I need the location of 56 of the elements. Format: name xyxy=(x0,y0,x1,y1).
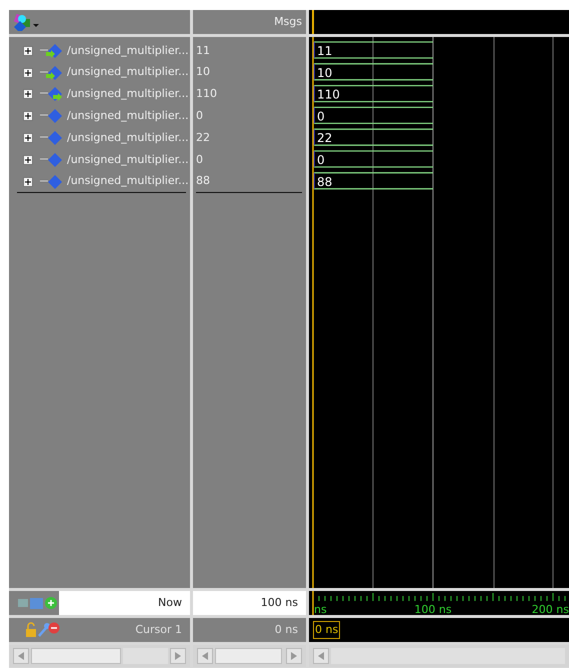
scroll-left-icon[interactable] xyxy=(318,652,324,660)
signal-value: 110 xyxy=(196,86,217,102)
signal-icon xyxy=(37,174,63,190)
time-label: 200 ns xyxy=(532,603,569,615)
scroll-right-icon[interactable] xyxy=(291,652,298,660)
cursor-name: Cursor 1 xyxy=(135,622,183,638)
expand-icon[interactable] xyxy=(23,46,33,56)
signal-value: 0 xyxy=(196,108,203,124)
scroll-left-icon[interactable] xyxy=(202,652,208,660)
signal-name[interactable]: /unsigned_multiplier... xyxy=(67,86,189,103)
expand-icon[interactable] xyxy=(23,111,33,122)
scroll-left-icon[interactable] xyxy=(18,652,24,660)
now-time: 100 ns xyxy=(260,594,298,611)
expand-icon[interactable] xyxy=(23,89,33,100)
toolbar-icons-drawing[interactable] xyxy=(17,595,59,611)
signal-name[interactable]: /unsigned_multiplier... xyxy=(67,64,189,81)
output-signal-icon xyxy=(37,86,63,102)
wave-value: 11 xyxy=(317,44,332,58)
expand-icon[interactable] xyxy=(23,154,33,165)
column-header: Msgs xyxy=(274,14,302,30)
signal-value: 10 xyxy=(196,64,210,80)
wave-value: 0 xyxy=(317,109,325,124)
scrollbar[interactable] xyxy=(309,645,569,667)
wave-tools-dropdown[interactable] xyxy=(13,13,39,31)
expand-icon[interactable] xyxy=(23,176,33,187)
scrollbar[interactable] xyxy=(193,645,306,667)
wave-value: 88 xyxy=(317,174,332,189)
signal-name[interactable]: /unsigned_multiplier... xyxy=(67,108,189,125)
wave-value: 10 xyxy=(317,66,332,80)
cursor-tools-drawing[interactable] xyxy=(25,622,61,638)
signal-name[interactable]: /unsigned_multiplier... xyxy=(67,152,189,168)
signal-value: 22 xyxy=(196,130,210,146)
input-signal-icon xyxy=(37,42,63,59)
wave-value: 22 xyxy=(317,131,332,146)
scroll-right-icon[interactable] xyxy=(175,652,181,660)
time-label: ns xyxy=(314,603,327,615)
input-signal-icon xyxy=(37,64,63,81)
wave-value: 110 xyxy=(317,88,340,102)
signal-name[interactable]: /unsigned_multiplier... xyxy=(67,173,189,190)
cursor-line xyxy=(312,10,314,34)
signal-icon xyxy=(37,130,63,146)
expand-icon[interactable] xyxy=(23,68,33,78)
cursor-marker[interactable]: 0 ns xyxy=(313,621,340,639)
cursor-time: 0 ns xyxy=(274,622,298,638)
signal-value: 0 xyxy=(196,152,203,168)
signal-value: 88 xyxy=(196,173,210,190)
wave-value: 0 xyxy=(317,153,325,167)
now-label: Now xyxy=(158,594,182,611)
scrollbar[interactable] xyxy=(9,645,190,667)
signal-name[interactable]: /unsigned_multiplier... xyxy=(67,42,189,60)
time-label: 100 ns xyxy=(414,603,452,615)
signal-icon xyxy=(37,108,63,124)
signal-value: 11 xyxy=(196,42,210,59)
signal-icon xyxy=(37,152,63,168)
signal-name[interactable]: /unsigned_multiplier... xyxy=(67,130,189,146)
expand-icon[interactable] xyxy=(23,133,33,144)
